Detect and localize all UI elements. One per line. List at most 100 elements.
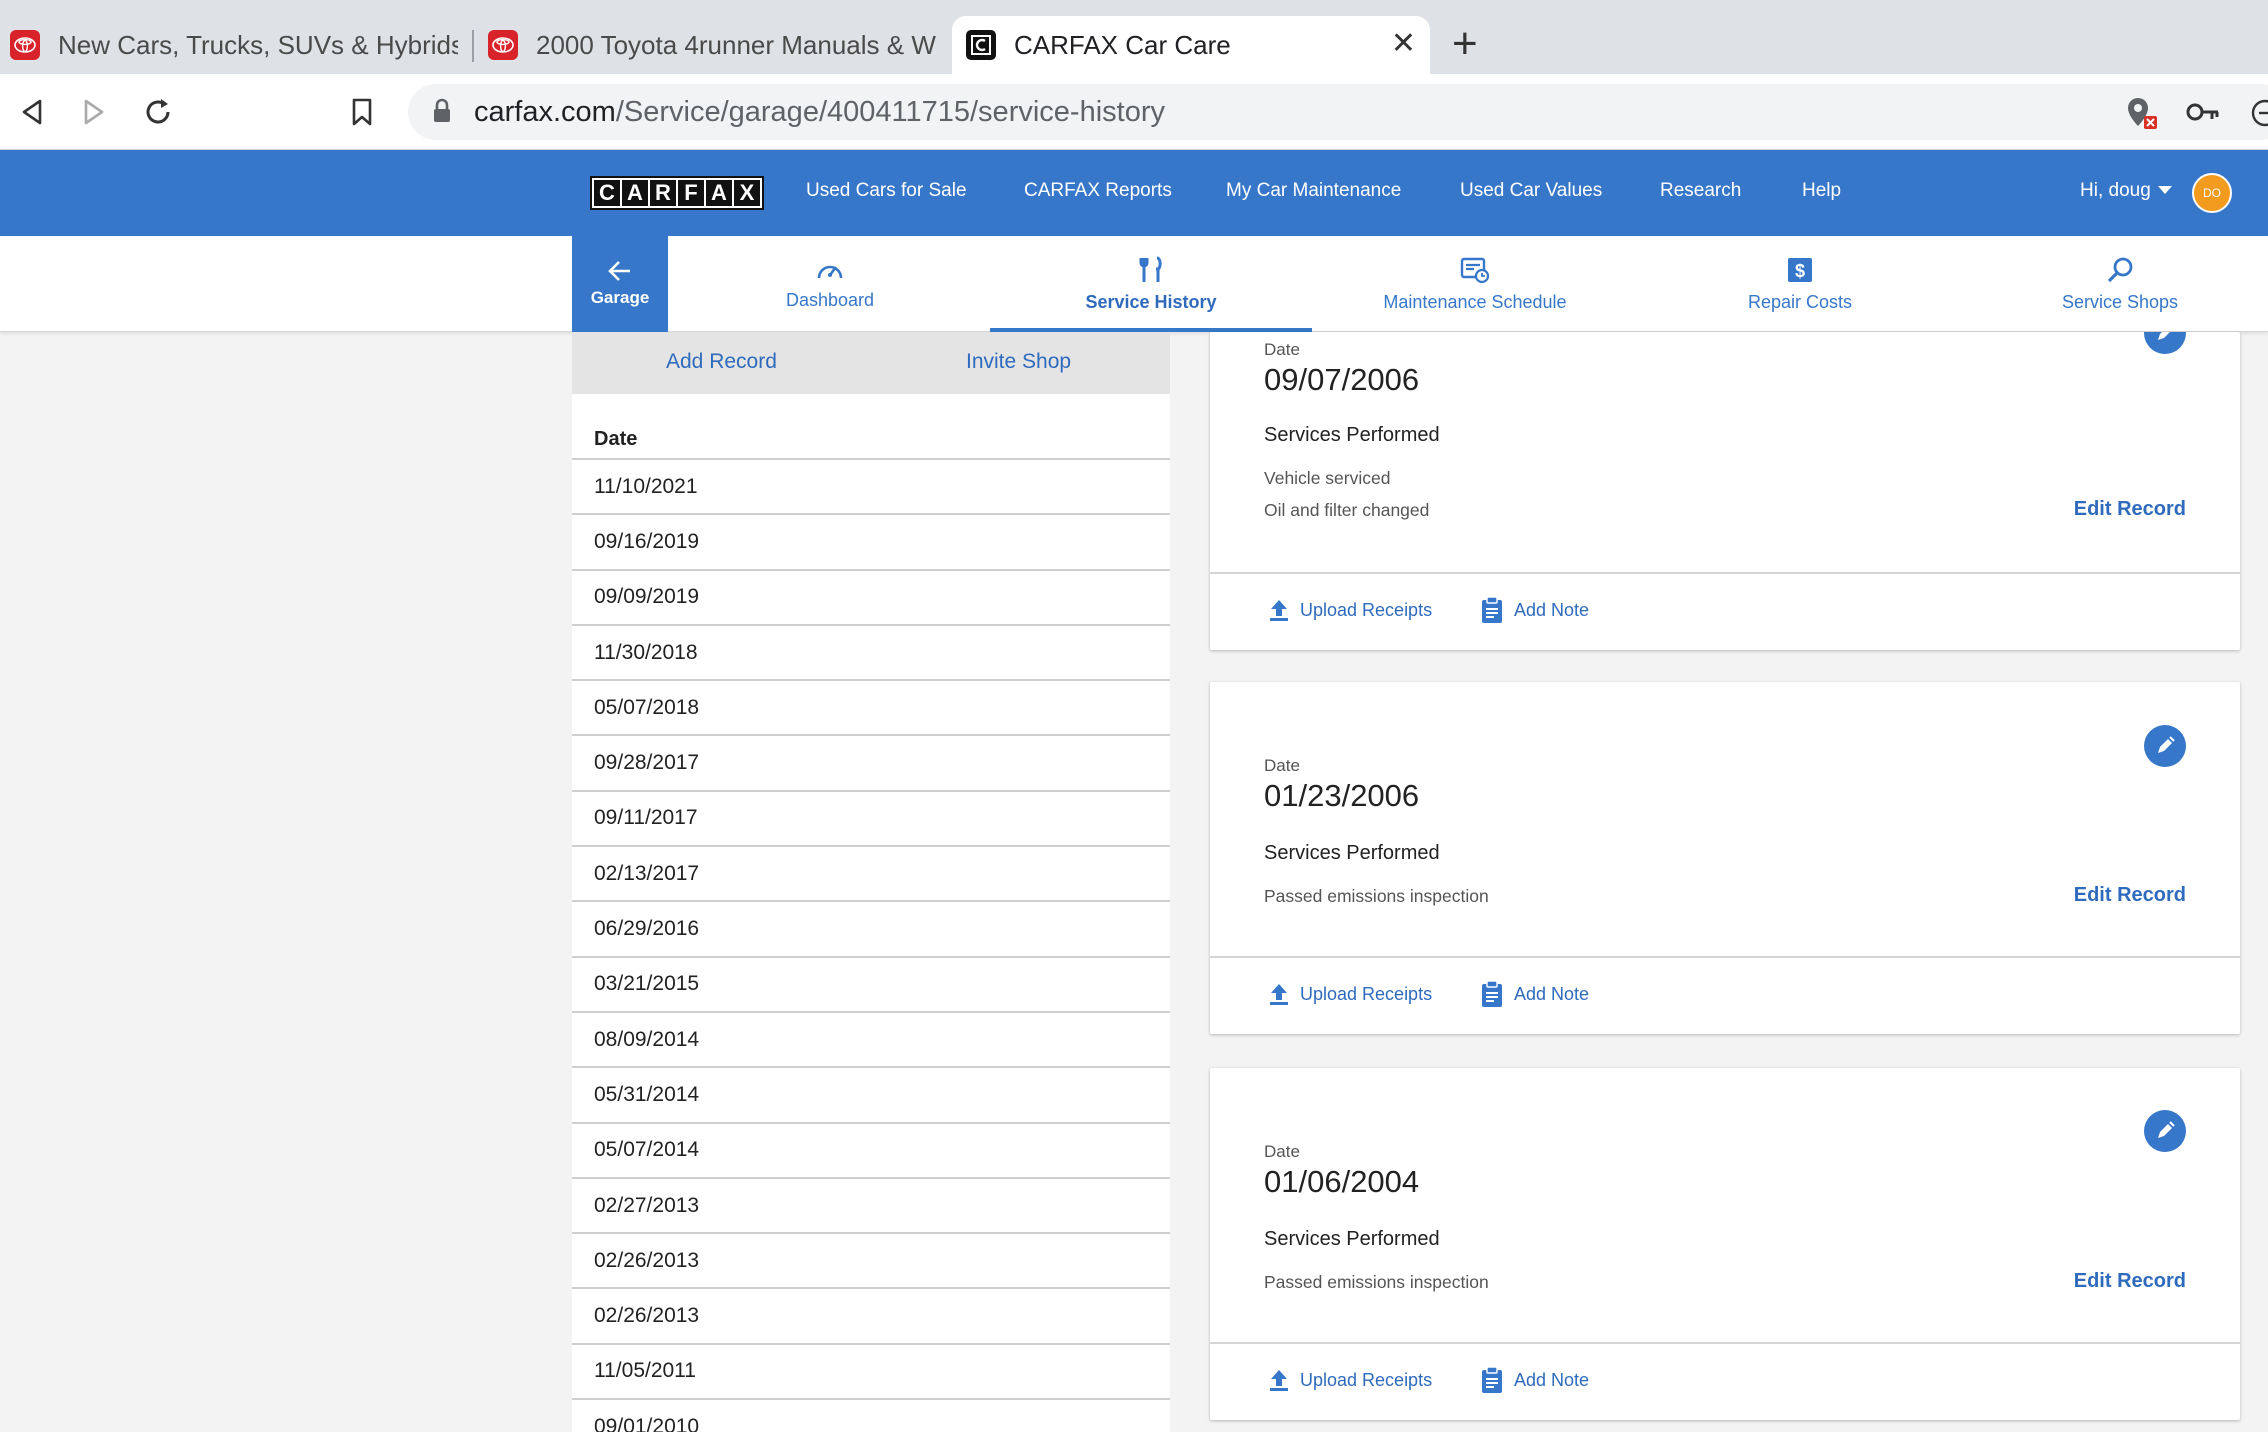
site-header: C A R F A X Used Cars for Sale CARFAX Re… (0, 150, 2268, 236)
garage-label: Garage (590, 288, 650, 307)
nav-my-car-maintenance[interactable]: My Car Maintenance (1226, 180, 1401, 202)
carfax-logo[interactable]: C A R F A X (590, 176, 764, 210)
nav-used-cars-for-sale[interactable]: Used Cars for Sale (806, 180, 967, 202)
services-performed-label: Services Performed (1264, 1228, 1440, 1250)
browser-tab-toyota-manuals[interactable]: 2000 Toyota 4runner Manuals & Wa (488, 16, 943, 74)
date-list-item[interactable]: 02/13/2017 (572, 845, 1170, 900)
invite-shop-button[interactable]: Invite Shop (966, 350, 1071, 374)
date-list-item[interactable]: 03/21/2015 (572, 955, 1170, 1011)
edit-record-button[interactable]: Edit Record (2074, 498, 2186, 521)
tab-dashboard[interactable]: Dashboard (700, 236, 960, 332)
add-note-button[interactable]: Add Note (1480, 980, 1589, 1008)
record-date: 01/23/2006 (1264, 778, 1420, 813)
carfax-c-icon (966, 30, 996, 60)
address-bar[interactable]: carfax.com/Service/garage/400411715/serv… (408, 84, 2268, 140)
url-text: carfax.com/Service/garage/400411715/serv… (474, 96, 1165, 129)
close-tab-icon[interactable]: ✕ (1391, 26, 1416, 61)
upload-receipts-button[interactable]: Upload Receipts (1268, 1368, 1432, 1392)
edit-pencil-icon[interactable] (2144, 1110, 2186, 1152)
toyota-logo-icon (488, 30, 518, 60)
edit-record-button[interactable]: Edit Record (2074, 884, 2186, 907)
date-list-item[interactable]: 05/07/2014 (572, 1121, 1170, 1177)
edit-record-button[interactable]: Edit Record (2074, 1270, 2186, 1293)
date-list-item[interactable]: 09/16/2019 (572, 513, 1170, 568)
schedule-icon (1460, 257, 1490, 283)
nav-help[interactable]: Help (1802, 180, 1841, 202)
logo-letter: R (650, 180, 676, 206)
service-record-card: Date 01/23/2006 Services Performed Passe… (1210, 682, 2240, 1034)
tab-service-history[interactable]: Service History (990, 236, 1312, 332)
card-divider (1210, 1342, 2240, 1344)
logo-letter: A (706, 180, 732, 206)
tab-separator (472, 30, 474, 62)
add-note-label: Add Note (1514, 1369, 1590, 1390)
tab-title: 2000 Toyota 4runner Manuals & Wa (536, 29, 936, 60)
date-list-item[interactable]: 02/26/2013 (572, 1232, 1170, 1287)
tab-label: Maintenance Schedule (1383, 291, 1567, 312)
record-actions-bar: Add Record Invite Shop (572, 332, 1170, 394)
garage-back-button[interactable]: Garage (572, 236, 668, 332)
upload-icon (1270, 1370, 1288, 1391)
forward-button[interactable] (74, 92, 114, 132)
tab-service-shops[interactable]: Service Shops (2030, 236, 2210, 332)
new-tab-button[interactable]: + (1452, 22, 1478, 66)
upload-receipts-button[interactable]: Upload Receipts (1268, 982, 1432, 1006)
add-note-label: Add Note (1514, 983, 1590, 1004)
edit-pencil-icon[interactable] (2144, 332, 2186, 354)
date-list-item[interactable]: 11/30/2018 (572, 623, 1170, 679)
user-greeting[interactable]: Hi, doug (2080, 180, 2151, 202)
add-note-label: Add Note (1514, 599, 1590, 620)
record-date: 09/07/2006 (1264, 362, 1420, 397)
clipboard-icon (1482, 1366, 1502, 1393)
tab-label: Service History (1085, 291, 1217, 312)
service-item: Passed emissions inspection (1264, 886, 1489, 906)
add-record-button[interactable]: Add Record (666, 350, 777, 374)
date-list-item[interactable]: 02/26/2013 (572, 1287, 1170, 1342)
browser-tab-carfax-active[interactable]: CARFAX Car Care ✕ (952, 16, 1430, 74)
date-list-item[interactable]: 05/07/2018 (572, 679, 1170, 734)
date-list-item[interactable]: 09/28/2017 (572, 734, 1170, 789)
date-list-item[interactable]: 09/01/2010 (572, 1398, 1170, 1432)
upload-receipts-label: Upload Receipts (1300, 1369, 1433, 1390)
date-list-item[interactable]: 11/05/2011 (572, 1342, 1170, 1398)
reload-button[interactable] (138, 92, 178, 132)
upload-receipts-button[interactable]: Upload Receipts (1268, 598, 1432, 622)
date-list-item[interactable]: 06/29/2016 (572, 900, 1170, 955)
chevron-down-icon[interactable] (2158, 186, 2172, 194)
date-list-item[interactable]: 05/31/2014 (572, 1066, 1170, 1121)
back-button[interactable] (12, 92, 52, 132)
date-list-item[interactable]: 02/27/2013 (572, 1176, 1170, 1232)
zoom-out-icon[interactable] (2250, 98, 2268, 133)
location-blocked-icon[interactable] (2124, 96, 2158, 135)
avatar[interactable]: DO (2192, 173, 2232, 213)
record-date: 01/06/2004 (1264, 1164, 1420, 1199)
nav-used-car-values[interactable]: Used Car Values (1460, 180, 1602, 202)
date-list: 11/10/2021 09/16/2019 09/09/2019 11/30/2… (572, 458, 1170, 1432)
add-note-button[interactable]: Add Note (1480, 1366, 1589, 1394)
service-record-card: Date 09/07/2006 Services Performed Vehic… (1210, 332, 2240, 650)
add-note-button[interactable]: Add Note (1480, 596, 1589, 624)
service-item: Oil and filter changed (1264, 500, 1430, 520)
tools-icon (1139, 256, 1162, 282)
logo-letter: C (594, 180, 620, 206)
upload-icon (1270, 600, 1288, 621)
tab-label: Service Shops (2061, 291, 2179, 312)
logo-letter: A (622, 180, 648, 206)
date-list-item[interactable]: 09/11/2017 (572, 789, 1170, 845)
service-date-panel: Add Record Invite Shop Date 11/10/2021 0… (572, 332, 1170, 1432)
lock-icon[interactable] (432, 98, 452, 129)
tab-title: CARFAX Car Care (1014, 29, 1231, 60)
bookmark-icon[interactable] (342, 92, 382, 132)
tab-repair-costs[interactable]: $ Repair Costs (1700, 236, 1900, 332)
date-list-item[interactable]: 09/09/2019 (572, 568, 1170, 624)
password-key-icon[interactable] (2186, 100, 2220, 129)
edit-pencil-icon[interactable] (2144, 725, 2186, 767)
date-list-item[interactable]: 08/09/2014 (572, 1010, 1170, 1066)
service-record-card: Date 01/06/2004 Services Performed Passe… (1210, 1068, 2240, 1420)
url-domain: carfax.com (474, 96, 616, 128)
tab-maintenance-schedule[interactable]: Maintenance Schedule (1340, 236, 1610, 332)
nav-research[interactable]: Research (1660, 180, 1741, 202)
browser-tab-toyota-new-cars[interactable]: New Cars, Trucks, SUVs & Hybrids | (10, 16, 465, 74)
nav-carfax-reports[interactable]: CARFAX Reports (1024, 180, 1172, 202)
date-list-item[interactable]: 11/10/2021 (572, 458, 1170, 513)
